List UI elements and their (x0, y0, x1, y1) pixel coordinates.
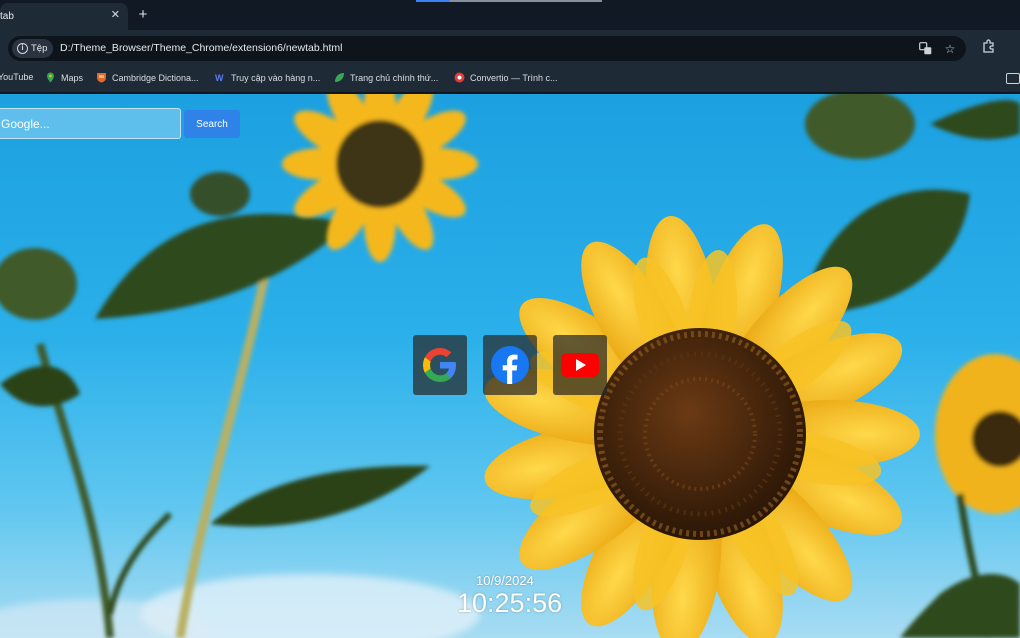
svg-text:W: W (215, 73, 224, 83)
maps-icon (47, 72, 54, 83)
other-bookmarks-folder-icon[interactable] (1006, 73, 1020, 84)
tab-strip-indicator (416, 0, 602, 2)
wordpress-style-icon: W (215, 73, 224, 83)
translate-icon[interactable] (918, 42, 932, 56)
facebook-icon (491, 346, 529, 384)
leaf-icon (335, 73, 344, 82)
active-tab[interactable]: tab ✕ (0, 3, 128, 30)
bookmarks-bar: YouTube Maps Cambridge Dictiona... W Tru… (0, 66, 1020, 93)
convertio-icon (454, 72, 465, 83)
bookmark-truy-cap[interactable]: W Truy cập vào hàng n... (215, 72, 321, 84)
toolbar: i Tệp D:/Theme_Browser/Theme_Chrome/exte… (0, 30, 1020, 66)
bookmark-maps[interactable]: Maps (45, 72, 83, 83)
shortcut-google[interactable] (413, 335, 467, 395)
clock-date: 10/9/2024 (476, 573, 534, 588)
address-bar[interactable]: i Tệp D:/Theme_Browser/Theme_Chrome/exte… (8, 36, 966, 61)
google-icon (423, 348, 456, 382)
bookmark-youtube[interactable]: YouTube (0, 72, 33, 82)
clock-time: 10:25:56 (457, 588, 563, 618)
bookmark-trang-chu[interactable]: Trang chủ chính thứ... (334, 72, 438, 83)
extensions-icon[interactable] (982, 39, 996, 53)
site-info-chip[interactable]: i Tệp (12, 39, 54, 58)
shortcut-youtube[interactable] (553, 335, 607, 395)
bookmark-star-icon[interactable]: ☆ (943, 42, 957, 56)
youtube-icon (561, 353, 599, 377)
bookmark-convertio[interactable]: Convertio — Trình c... (454, 72, 558, 83)
tab-title: tab (0, 11, 14, 22)
bookmark-label: Trang chủ chính thứ... (350, 72, 439, 83)
newtab-page: Search 10/9/2024 10:25:56 (0, 94, 1020, 638)
cambridge-icon (97, 73, 106, 83)
bookmark-cambridge[interactable]: Cambridge Dictiona... (96, 72, 199, 83)
new-tab-button[interactable]: + (136, 6, 150, 24)
shortcut-facebook[interactable] (483, 335, 537, 395)
search-button[interactable]: Search (184, 110, 240, 138)
site-info-label: Tệp (31, 43, 48, 54)
close-tab-icon[interactable]: ✕ (111, 8, 120, 21)
bookmark-label: Maps (61, 72, 84, 83)
bookmark-label: Convertio — Trình c... (470, 72, 558, 83)
search-input[interactable] (0, 108, 181, 139)
bookmark-label: YouTube (0, 72, 34, 82)
url-text[interactable]: D:/Theme_Browser/Theme_Chrome/extension6… (60, 42, 342, 54)
bookmark-label: Truy cập vào hàng n... (231, 72, 321, 83)
bookmark-label: Cambridge Dictiona... (112, 72, 199, 83)
info-icon: i (17, 43, 28, 54)
tab-strip: tab ✕ + (0, 0, 1020, 30)
